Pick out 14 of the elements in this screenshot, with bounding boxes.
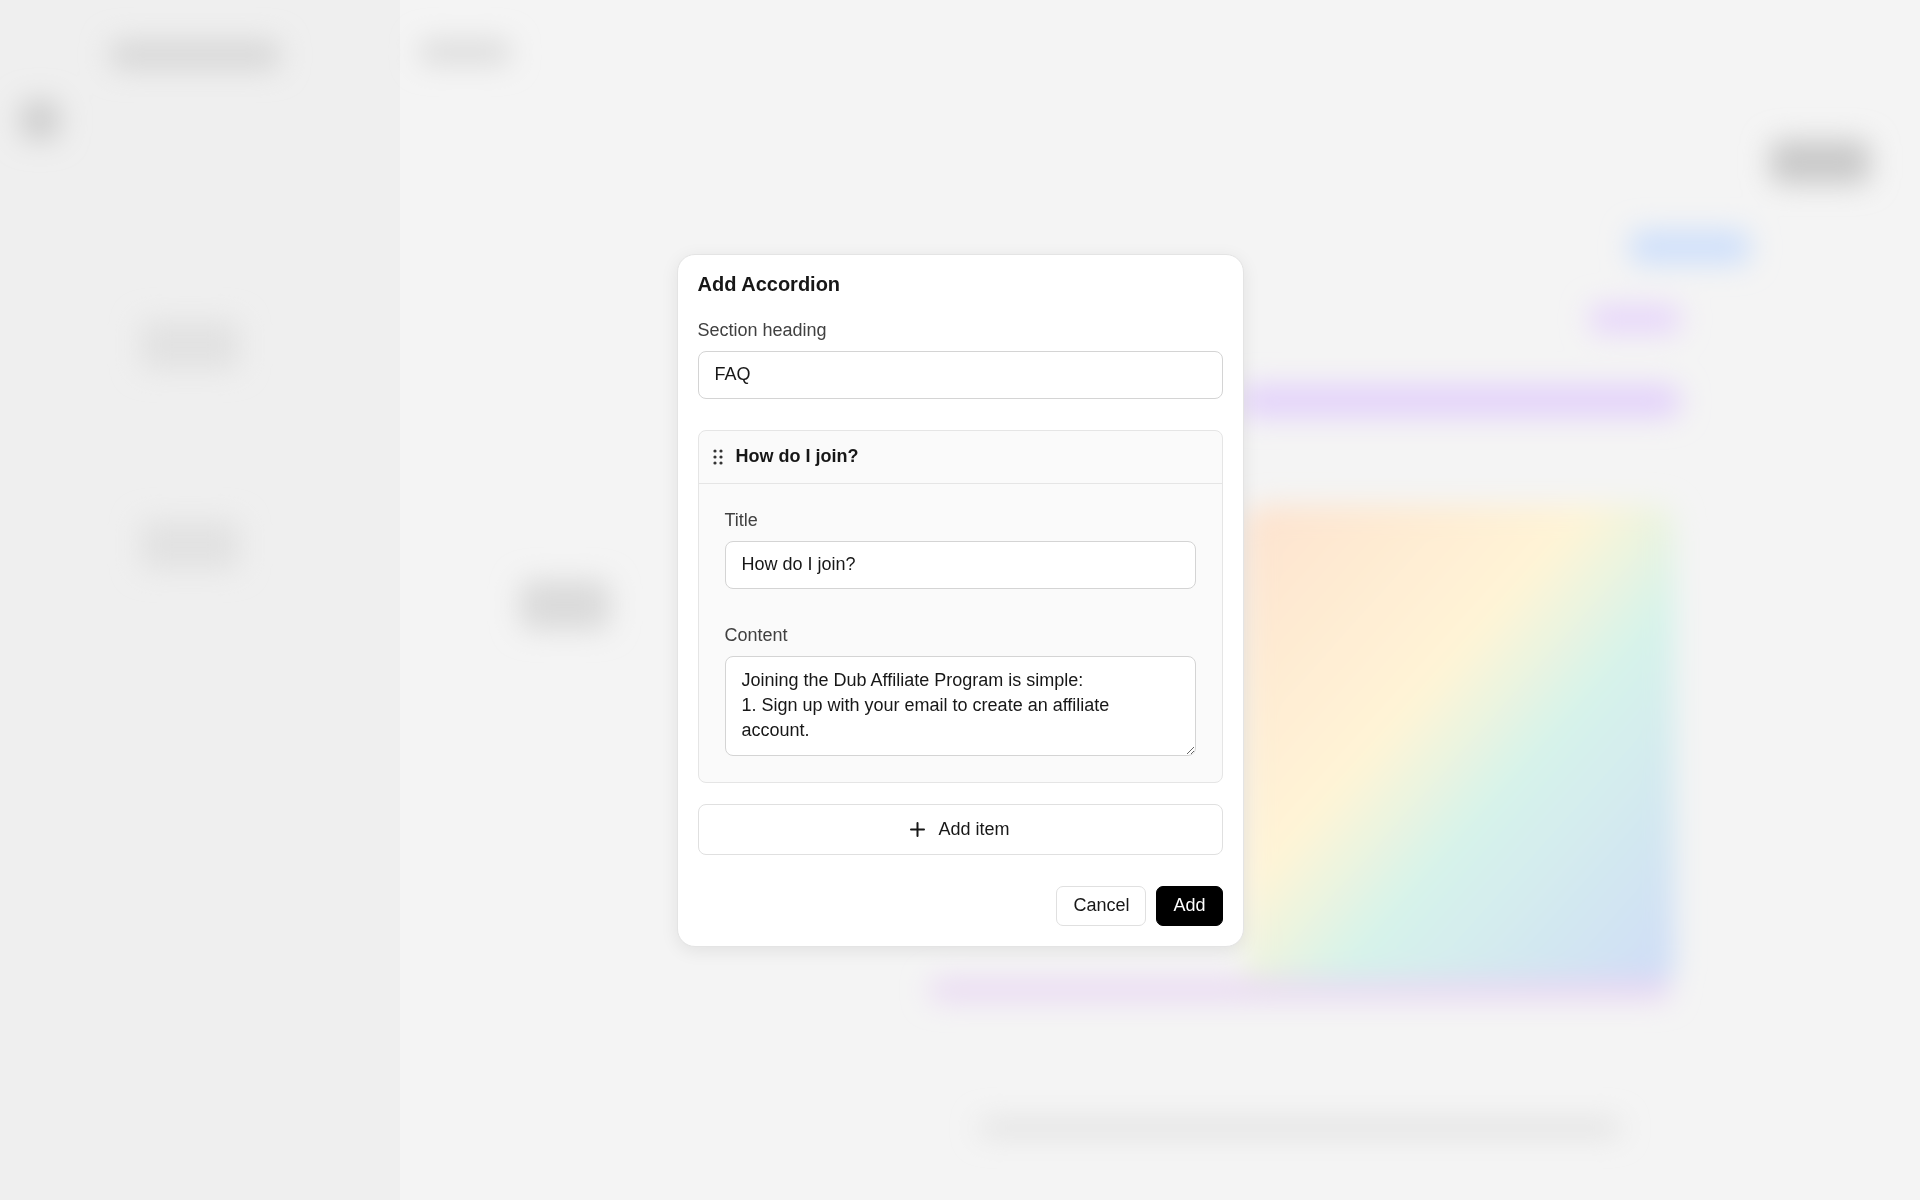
add-button[interactable]: Add (1156, 885, 1223, 926)
accordion-item-title: How do I join? (735, 446, 859, 467)
drag-handle-icon[interactable] (712, 448, 723, 465)
content-field[interactable]: Joining the Dub Affiliate Program is simple: 1. Sign up with your email to create an affiliate account. (724, 655, 1196, 756)
dialog-title: Add Accordion (697, 272, 842, 296)
plus-icon (910, 821, 926, 837)
title-field[interactable]: How do I join? (724, 540, 1196, 589)
field-label: Section heading (697, 319, 828, 341)
add-item-button[interactable]: Add item (697, 803, 1223, 855)
field-label: Title (724, 509, 759, 531)
cancel-button[interactable]: Cancel (1056, 885, 1147, 926)
accordion-item-header[interactable]: How do I join? (698, 430, 1222, 484)
field-label: Content (724, 624, 789, 646)
section-heading-field[interactable]: FAQ (697, 350, 1223, 399)
